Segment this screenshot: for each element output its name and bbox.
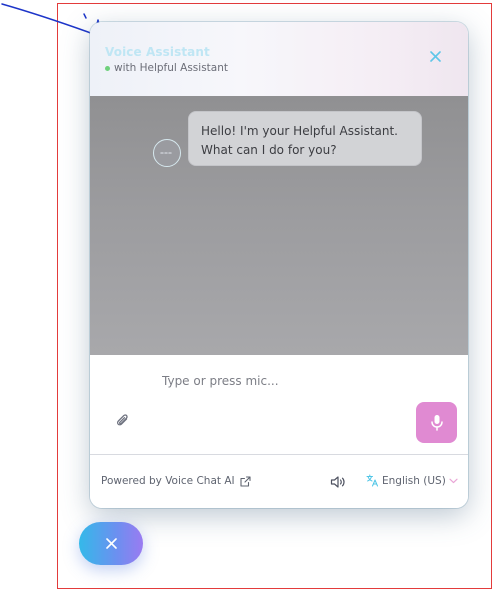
message-input[interactable] xyxy=(154,371,420,391)
language-selector[interactable]: English (US) xyxy=(366,474,458,487)
bot-avatar xyxy=(153,139,181,167)
close-icon xyxy=(105,538,117,549)
subtitle-text: with Helpful Assistant xyxy=(114,62,228,74)
bot-message-bubble: Hello! I'm your Helpful Assistant. What … xyxy=(188,111,422,166)
translate-icon xyxy=(366,474,378,487)
widget-footer: Powered by Voice Chat AI English (US) xyxy=(90,454,468,508)
external-link-icon xyxy=(240,475,251,487)
close-widget-fab[interactable] xyxy=(79,522,143,565)
voice-assistant-widget: Voice Assistant with Helpful Assistant H… xyxy=(90,22,468,508)
widget-header: Voice Assistant with Helpful Assistant xyxy=(90,22,468,97)
chat-messages-area[interactable]: Hello! I'm your Helpful Assistant. What … xyxy=(90,96,468,355)
microphone-button[interactable] xyxy=(416,402,457,443)
close-icon xyxy=(429,50,441,62)
powered-by-link[interactable]: Powered by Voice Chat AI xyxy=(101,475,251,487)
message-composer xyxy=(90,355,468,454)
speaker-toggle-button[interactable] xyxy=(329,473,347,491)
powered-by-text: Powered by Voice Chat AI xyxy=(101,475,235,487)
chevron-down-icon xyxy=(449,478,458,483)
header-title: Voice Assistant xyxy=(105,45,210,59)
page: Voice Assistant with Helpful Assistant H… xyxy=(0,0,494,591)
language-label: English (US) xyxy=(382,474,446,487)
microphone-icon xyxy=(430,414,443,431)
bot-avatar-icon xyxy=(160,152,174,154)
header-subtitle: with Helpful Assistant xyxy=(105,62,228,74)
speaker-icon xyxy=(330,476,345,488)
attach-file-button[interactable] xyxy=(114,412,132,430)
online-status-dot xyxy=(105,65,110,71)
paperclip-icon xyxy=(116,414,128,426)
close-chat-button[interactable] xyxy=(426,47,444,65)
